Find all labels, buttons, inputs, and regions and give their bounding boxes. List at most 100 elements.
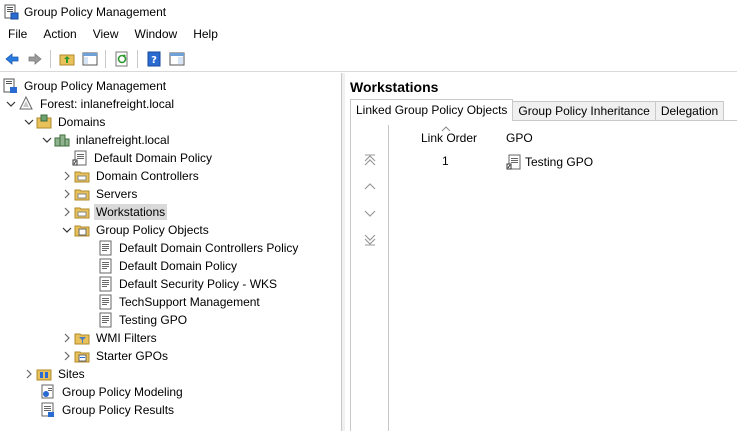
- tree-label-starter-gpos: Starter GPOs: [96, 349, 169, 363]
- tree-label-modeling: Group Policy Modeling: [62, 385, 183, 399]
- ou-folder-icon: [74, 171, 90, 183]
- starter-gpos-icon: [74, 351, 90, 363]
- tree-label-default-domain-policy: Default Domain Policy: [94, 151, 213, 165]
- tree-label-results: Group Policy Results: [62, 403, 175, 417]
- gpo-icon: [99, 240, 112, 256]
- gpo-link-icon: [506, 154, 521, 170]
- toolbar: ?: [0, 46, 737, 72]
- toolbar-separator: [105, 49, 106, 68]
- tree-label-root: Group Policy Management: [24, 79, 167, 93]
- tree-label-gpo: Default Domain Controllers Policy: [119, 241, 299, 255]
- forward-icon[interactable]: [24, 48, 46, 70]
- gpmc-app-icon: [4, 4, 19, 20]
- domain-icon: [54, 134, 70, 147]
- chevron-right-icon[interactable]: [60, 185, 74, 203]
- gpo-icon: [99, 276, 112, 292]
- back-icon[interactable]: [1, 48, 23, 70]
- ou-folder-icon: [74, 207, 90, 219]
- wmi-filters-icon: [74, 333, 90, 345]
- tree-label-gpo: Testing GPO: [119, 313, 188, 327]
- tree-label-domain: inlanefreight.local: [76, 133, 170, 147]
- ou-folder-icon: [74, 189, 90, 201]
- tree-node-starter-gpos[interactable]: Starter GPOs: [60, 347, 170, 365]
- tree-node-servers[interactable]: Servers: [60, 185, 139, 203]
- tree-node-domains[interactable]: Domains: [22, 113, 107, 131]
- tree-node-workstations[interactable]: Workstations: [60, 203, 168, 221]
- title-bar: Group Policy Management: [0, 0, 737, 24]
- tree-node-gpo[interactable]: TechSupport Management: [97, 293, 262, 311]
- tree-node-gpo[interactable]: Default Security Policy - WKS: [97, 275, 279, 293]
- chevron-down-icon[interactable]: [60, 221, 74, 239]
- menu-view[interactable]: View: [85, 24, 127, 44]
- refresh-icon[interactable]: [111, 48, 133, 70]
- tree-label-wmi-filters: WMI Filters: [96, 331, 157, 345]
- tree-node-default-domain-policy-link[interactable]: Default Domain Policy: [72, 149, 214, 167]
- tree-node-domain[interactable]: inlanefreight.local: [40, 131, 171, 149]
- tree-node-group-policy-objects[interactable]: Group Policy Objects: [60, 221, 211, 239]
- chevron-down-icon[interactable]: [40, 131, 54, 149]
- details-pane: Workstations Linked Group Policy Objects…: [345, 73, 737, 431]
- move-to-top-icon[interactable]: [360, 151, 380, 171]
- move-to-bottom-icon[interactable]: [360, 229, 380, 249]
- tree-node-domain-controllers[interactable]: Domain Controllers: [60, 167, 201, 185]
- menu-file[interactable]: File: [0, 24, 35, 44]
- chevron-right-icon[interactable]: [60, 347, 74, 365]
- window-title: Group Policy Management: [24, 5, 167, 19]
- menu-window[interactable]: Window: [127, 24, 186, 44]
- cell-link-order: 1: [442, 154, 449, 168]
- tree-label-servers: Servers: [96, 187, 138, 201]
- tree-label-gpo: Default Domain Policy: [119, 259, 238, 273]
- table-row[interactable]: 1 Testing GPO: [389, 153, 737, 171]
- help-icon[interactable]: ?: [143, 48, 165, 70]
- tree-label-forest: Forest: inlanefreight.local: [40, 97, 175, 111]
- forest-icon: [19, 96, 33, 110]
- tree-node-gpo[interactable]: Default Domain Policy: [97, 257, 239, 275]
- column-header-link-order[interactable]: Link Order: [421, 131, 477, 145]
- column-header-gpo[interactable]: GPO: [506, 131, 533, 145]
- results-icon: [41, 402, 54, 417]
- tree-node-wmi-filters[interactable]: WMI Filters: [60, 329, 159, 347]
- tab-linked-gpos[interactable]: Linked Group Policy Objects: [350, 99, 514, 121]
- grid-header: Link Order GPO: [389, 125, 737, 149]
- tab-gp-inheritance[interactable]: Group Policy Inheritance: [512, 101, 656, 121]
- up-folder-icon[interactable]: [56, 48, 78, 70]
- move-down-icon[interactable]: [360, 203, 380, 223]
- tab-delegation[interactable]: Delegation: [654, 101, 725, 121]
- tree-node-gpo[interactable]: Testing GPO: [97, 311, 189, 329]
- tree-label-group-policy-objects: Group Policy Objects: [96, 223, 209, 237]
- details-tabs: Linked Group Policy Objects Group Policy…: [350, 99, 725, 121]
- chevron-right-icon[interactable]: [22, 365, 36, 383]
- sites-icon: [36, 369, 52, 381]
- modeling-icon: [41, 384, 54, 399]
- menu-action[interactable]: Action: [35, 24, 84, 44]
- chevron-right-icon[interactable]: [60, 167, 74, 185]
- tree-node-root[interactable]: Group Policy Management: [2, 77, 168, 95]
- chevron-down-icon[interactable]: [4, 95, 18, 113]
- tree-node-results[interactable]: Group Policy Results: [40, 401, 176, 419]
- cell-gpo: Testing GPO: [506, 154, 593, 170]
- menu-bar: File Action View Window Help: [0, 24, 737, 44]
- menu-help[interactable]: Help: [185, 24, 226, 44]
- toolbar-separator: [137, 49, 138, 68]
- gpo-container-icon: [74, 225, 90, 237]
- chevron-down-icon[interactable]: [22, 113, 36, 131]
- tree-label-gpo: Default Security Policy - WKS: [119, 277, 278, 291]
- properties-icon[interactable]: [166, 48, 188, 70]
- gpo-icon: [99, 312, 112, 328]
- chevron-right-icon[interactable]: [60, 203, 74, 221]
- tree-label-domain-controllers: Domain Controllers: [96, 169, 199, 183]
- move-up-icon[interactable]: [360, 177, 380, 197]
- gpo-icon: [99, 258, 112, 274]
- tree-node-gpo[interactable]: Default Domain Controllers Policy: [97, 239, 300, 257]
- svg-text:?: ?: [151, 55, 157, 66]
- chevron-right-icon[interactable]: [60, 329, 74, 347]
- tree-label-domains: Domains: [58, 115, 106, 129]
- tree-label-workstations: Workstations: [94, 204, 168, 220]
- tree-node-sites[interactable]: Sites: [22, 365, 87, 383]
- gpmc-icon: [3, 78, 17, 93]
- linked-gpo-grid: Link Order GPO 1 Testing GPO: [388, 125, 737, 431]
- tree-node-forest[interactable]: Forest: inlanefreight.local: [4, 95, 176, 113]
- console-tree: Group Policy Management Forest: inlanefr…: [0, 73, 342, 431]
- tree-node-modeling[interactable]: Group Policy Modeling: [40, 383, 185, 401]
- show-hide-tree-icon[interactable]: [79, 48, 101, 70]
